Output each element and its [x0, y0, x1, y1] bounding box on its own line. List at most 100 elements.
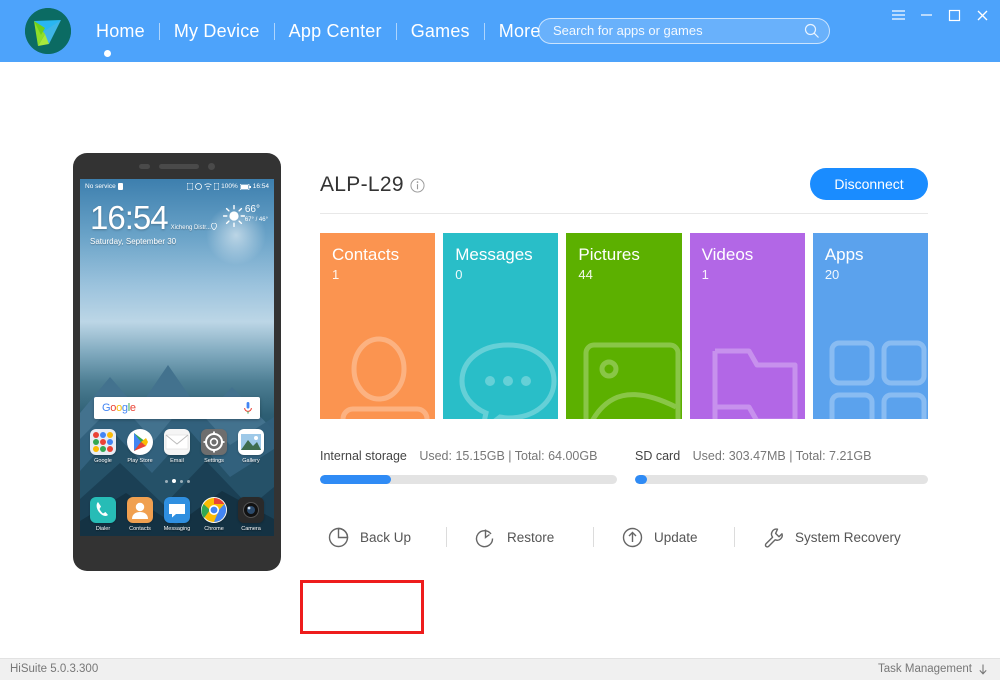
search-icon	[804, 23, 820, 39]
phone-app-messaging[interactable]: Messaging	[162, 497, 192, 532]
phone-app-row-2: Dialer Contacts	[88, 497, 266, 532]
nav-item-games[interactable]: Games	[397, 0, 484, 62]
phone-icon	[90, 497, 116, 523]
google-logo: Google	[102, 402, 136, 414]
nav-item-home[interactable]: Home	[82, 0, 159, 62]
card-contacts[interactable]: Contacts 1	[320, 233, 435, 419]
google-folder-icon	[90, 429, 116, 455]
chat-bubble-icon	[452, 333, 558, 419]
phone-app-gallery[interactable]: Gallery	[236, 429, 266, 464]
card-count: 1	[332, 267, 339, 282]
card-count: 1	[702, 267, 709, 282]
phone-app-settings[interactable]: Settings	[199, 429, 229, 464]
phone-google-search-widget[interactable]: Google	[94, 397, 260, 419]
carrier-label: No service	[85, 183, 116, 190]
phone-app-google[interactable]: Google	[88, 429, 118, 464]
card-apps[interactable]: Apps 20	[813, 233, 928, 419]
wrench-icon	[763, 527, 784, 548]
card-count: 20	[825, 267, 839, 282]
hisuite-window: Home My Device App Center Games More Sea…	[0, 0, 1000, 680]
task-management-label: Task Management	[878, 663, 972, 675]
search-input[interactable]: Search for apps or games	[553, 19, 703, 43]
clock-time: 16:54	[90, 201, 168, 235]
info-icon[interactable]	[410, 178, 425, 193]
nav-item-app-center[interactable]: App Center	[275, 0, 396, 62]
person-icon	[331, 335, 435, 419]
card-title: Videos	[702, 245, 754, 265]
phone-app-label: Camera	[236, 526, 266, 532]
email-icon	[164, 429, 190, 455]
phone-app-label: Email	[162, 458, 192, 464]
microphone-icon[interactable]	[244, 402, 252, 414]
close-icon[interactable]	[968, 0, 996, 30]
main-content: No service 100%	[0, 62, 1000, 658]
phone-status-bar: No service 100%	[80, 179, 274, 194]
phone-app-camera[interactable]: Camera	[236, 497, 266, 532]
phone-app-chrome[interactable]: Chrome	[199, 497, 229, 532]
window-controls	[884, 0, 996, 30]
search-box[interactable]: Search for apps or games	[538, 18, 830, 44]
restore-button[interactable]: Restore	[447, 527, 593, 548]
weather-temperature: 66°	[245, 205, 268, 215]
device-preview: No service 100%	[73, 153, 281, 571]
video-icon	[699, 333, 805, 419]
messaging-icon	[164, 497, 190, 523]
grid-icon	[822, 333, 928, 419]
storage-progress-track	[320, 475, 617, 484]
header-divider	[320, 213, 928, 214]
backup-highlight-annotation	[300, 580, 424, 634]
chrome-icon	[201, 497, 227, 523]
update-button[interactable]: Update	[594, 527, 734, 548]
minimize-icon[interactable]	[912, 0, 940, 30]
disconnect-label: Disconnect	[834, 176, 903, 192]
card-count: 0	[455, 267, 462, 282]
phone-app-play-store[interactable]: Play Store	[125, 429, 155, 464]
disconnect-button[interactable]: Disconnect	[810, 168, 928, 200]
card-count: 44	[578, 267, 592, 282]
image-icon	[576, 333, 682, 419]
phone-screen: No service 100%	[80, 179, 274, 536]
backup-button[interactable]: Back Up	[320, 527, 446, 548]
nav-item-my-device[interactable]: My Device	[160, 0, 274, 62]
phone-app-label: Dialer	[88, 526, 118, 532]
phone-speaker	[159, 164, 199, 169]
hisuite-logo	[25, 8, 71, 54]
storage-progress-fill	[320, 475, 391, 484]
page-dot	[165, 480, 168, 483]
restore-arrow-icon	[475, 527, 496, 548]
card-title: Apps	[825, 245, 864, 265]
storage-stats: Used: 303.47MB | Total: 7.21GB	[693, 449, 872, 463]
app-header: Home My Device App Center Games More Sea…	[0, 0, 1000, 62]
card-pictures[interactable]: Pictures 44	[566, 233, 681, 419]
storage-sdcard: SD card Used: 303.47MB | Total: 7.21GB	[635, 447, 928, 484]
card-title: Messages	[455, 245, 532, 265]
phone-app-dialer[interactable]: Dialer	[88, 497, 118, 532]
task-management-button[interactable]: Task Management	[878, 663, 988, 675]
phone-app-label: Chrome	[199, 526, 229, 532]
storage-progress-fill	[635, 475, 647, 484]
system-recovery-label: System Recovery	[795, 530, 901, 545]
update-up-icon	[622, 527, 643, 548]
maximize-icon[interactable]	[940, 0, 968, 30]
page-dot	[180, 480, 183, 483]
phone-app-email[interactable]: Email	[162, 429, 192, 464]
device-name: ALP-L29	[320, 173, 404, 197]
version-label: HiSuite 5.0.3.300	[10, 663, 98, 675]
card-title: Pictures	[578, 245, 639, 265]
phone-app-label: Settings	[199, 458, 229, 464]
main-nav: Home My Device App Center Games More	[82, 0, 555, 62]
phone-app-label: Google	[88, 458, 118, 464]
card-videos[interactable]: Videos 1	[690, 233, 805, 419]
category-cards: Contacts 1 Messages 0 Pictures 44	[320, 233, 928, 419]
phone-app-label: Contacts	[125, 526, 155, 532]
settings-icon	[201, 429, 227, 455]
phone-app-label: Messaging	[162, 526, 192, 532]
backup-label: Back Up	[360, 530, 411, 545]
card-messages[interactable]: Messages 0	[443, 233, 558, 419]
gallery-icon	[238, 429, 264, 455]
signal-icon	[214, 183, 219, 190]
system-recovery-button[interactable]: System Recovery	[735, 527, 901, 548]
storage-label: Internal storage	[320, 449, 407, 463]
menu-icon[interactable]	[884, 0, 912, 30]
phone-app-contacts[interactable]: Contacts	[125, 497, 155, 532]
